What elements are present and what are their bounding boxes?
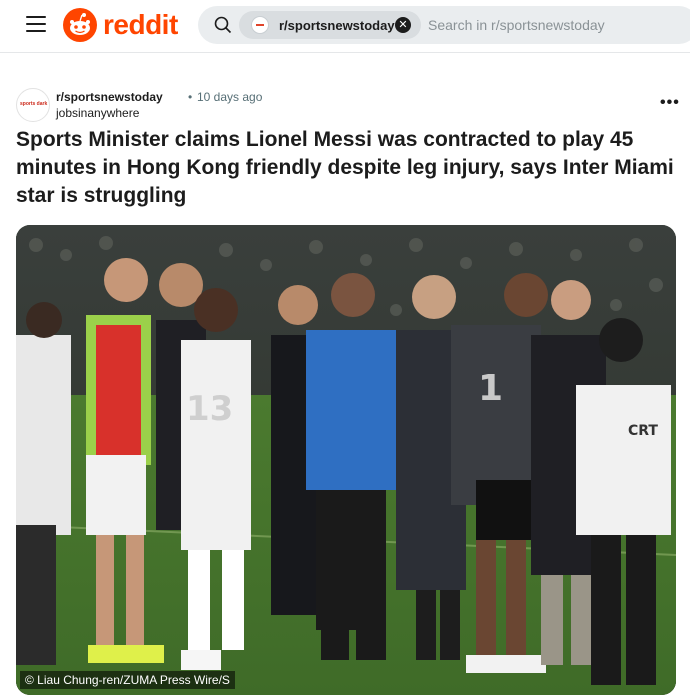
post-image[interactable]: 13 1 CRT © Liau Chung-ren/ZUMA Press Wir…	[16, 225, 676, 695]
author-link[interactable]: jobsinanywhere	[56, 106, 139, 120]
meta-separator: •	[188, 90, 193, 104]
subreddit-avatar[interactable]: sports dark	[16, 88, 50, 122]
close-icon[interactable]: ✕	[395, 17, 411, 33]
reddit-snoo-icon	[63, 8, 97, 42]
search-input[interactable]: Search in r/sportsnewstoday	[428, 17, 605, 33]
logo-wordmark: reddit	[103, 9, 178, 40]
post-title[interactable]: Sports Minister claims Lionel Messi was …	[16, 126, 676, 210]
community-filter-chip[interactable]: r/sportsnewstoday ✕	[239, 11, 421, 39]
search-icon	[214, 16, 232, 34]
subreddit-link[interactable]: r/sportsnewstoday	[56, 90, 163, 104]
reddit-logo[interactable]: reddit	[63, 8, 178, 42]
subreddit-avatar-text: sports dark	[20, 101, 48, 107]
top-navigation-bar: reddit r/sportsnewstoday ✕ Search in r/s…	[0, 0, 690, 53]
menu-icon[interactable]	[26, 16, 46, 32]
post-age: 10 days ago	[197, 90, 263, 104]
photo-illustration: 13 1 CRT	[16, 225, 676, 695]
jacket-print: CRT	[628, 423, 658, 439]
more-options-button[interactable]: •••	[660, 94, 680, 112]
post-meta: sports dark r/sportsnewstoday • 10 days …	[16, 88, 679, 124]
jersey-number: 1	[478, 368, 503, 409]
photo-credit: © Liau Chung-ren/ZUMA Press Wire/S	[20, 671, 235, 689]
jersey-number: 13	[186, 389, 233, 429]
community-chip-label: r/sportsnewstoday	[279, 17, 395, 33]
search-bar[interactable]: r/sportsnewstoday ✕ Search in r/sportsne…	[198, 6, 690, 44]
community-avatar-icon	[251, 16, 269, 34]
